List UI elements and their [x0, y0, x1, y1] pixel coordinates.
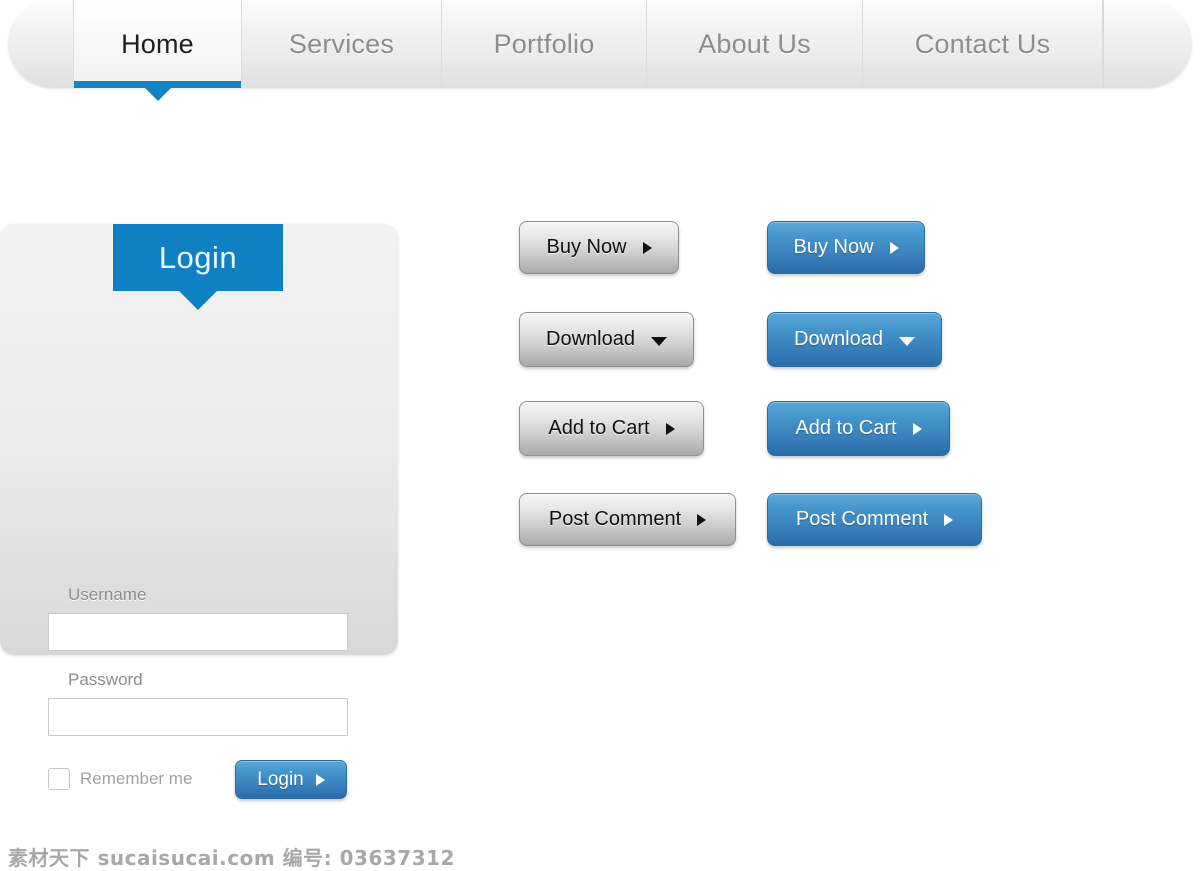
nav-tab-portfolio-label: Portfolio [493, 28, 595, 59]
nav-tab-home[interactable]: Home [73, 0, 242, 101]
remember-me-label: Remember me [80, 769, 193, 788]
buy-now-blue-label: Buy Now [793, 236, 874, 258]
add-to-cart-button-blue[interactable]: Add to Cart [767, 401, 950, 456]
username-label: Username [68, 585, 147, 604]
login-title-label: Login [158, 239, 238, 275]
arrow-right-icon [912, 422, 922, 435]
post-comment-gray-label: Post Comment [548, 508, 682, 530]
arrow-right-icon [697, 513, 707, 526]
nav-tab-about-us[interactable]: About Us [647, 0, 863, 88]
password-label: Password [68, 670, 143, 689]
download-button-blue[interactable]: Download [767, 312, 942, 367]
add-to-cart-button-gray[interactable]: Add to Cart [519, 401, 704, 456]
nav-tab-home-label: Home [121, 28, 194, 59]
nav-tab-contact-us[interactable]: Contact Us [863, 0, 1103, 88]
nav-tab-services-label: Services [288, 28, 395, 59]
arrow-down-icon [650, 336, 667, 346]
login-panel-title: Login [113, 224, 283, 291]
post-comment-button-blue[interactable]: Post Comment [767, 493, 982, 546]
add-to-cart-blue-label: Add to Cart [795, 417, 897, 439]
arrow-right-icon [315, 773, 325, 786]
main-navigation-bar: Home Services Portfolio About Us Contact… [8, 0, 1192, 101]
nav-tab-services[interactable]: Services [242, 0, 442, 88]
active-tab-underline [74, 81, 241, 88]
login-header-pointer-icon [179, 291, 217, 310]
nav-tab-about-us-label: About Us [698, 28, 811, 59]
nav-tab-contact-us-label: Contact Us [914, 28, 1051, 59]
buy-now-gray-label: Buy Now [546, 236, 627, 258]
arrow-down-icon [898, 336, 915, 346]
login-panel: Login Username Password Remember me Logi… [0, 224, 454, 870]
buy-now-button-blue[interactable]: Buy Now [767, 221, 925, 274]
remember-me-row[interactable]: Remember me [48, 768, 192, 790]
username-input[interactable] [48, 613, 348, 651]
arrow-right-icon [944, 513, 954, 526]
active-tab-pointer-icon [144, 88, 171, 101]
nav-right-cap [1103, 0, 1192, 88]
add-to-cart-gray-label: Add to Cart [548, 417, 650, 439]
post-comment-button-gray[interactable]: Post Comment [519, 493, 736, 546]
download-button-gray[interactable]: Download [519, 312, 694, 367]
login-submit-label: Login [257, 768, 304, 790]
nav-left-cap [8, 0, 73, 88]
download-gray-label: Download [546, 328, 635, 350]
login-submit-button[interactable]: Login [235, 760, 347, 799]
remember-me-checkbox[interactable] [48, 768, 70, 790]
arrow-right-icon [889, 241, 899, 254]
buy-now-button-gray[interactable]: Buy Now [519, 221, 679, 274]
nav-tab-portfolio[interactable]: Portfolio [442, 0, 647, 88]
password-input[interactable] [48, 698, 348, 736]
post-comment-blue-label: Post Comment [795, 508, 929, 530]
arrow-right-icon [642, 241, 652, 254]
arrow-right-icon [665, 422, 675, 435]
watermark-text: 素材天下 sucaisucai.com 编号: 03637312 [8, 846, 455, 870]
download-blue-label: Download [794, 328, 883, 350]
login-header-wrapper: Login [113, 224, 283, 310]
